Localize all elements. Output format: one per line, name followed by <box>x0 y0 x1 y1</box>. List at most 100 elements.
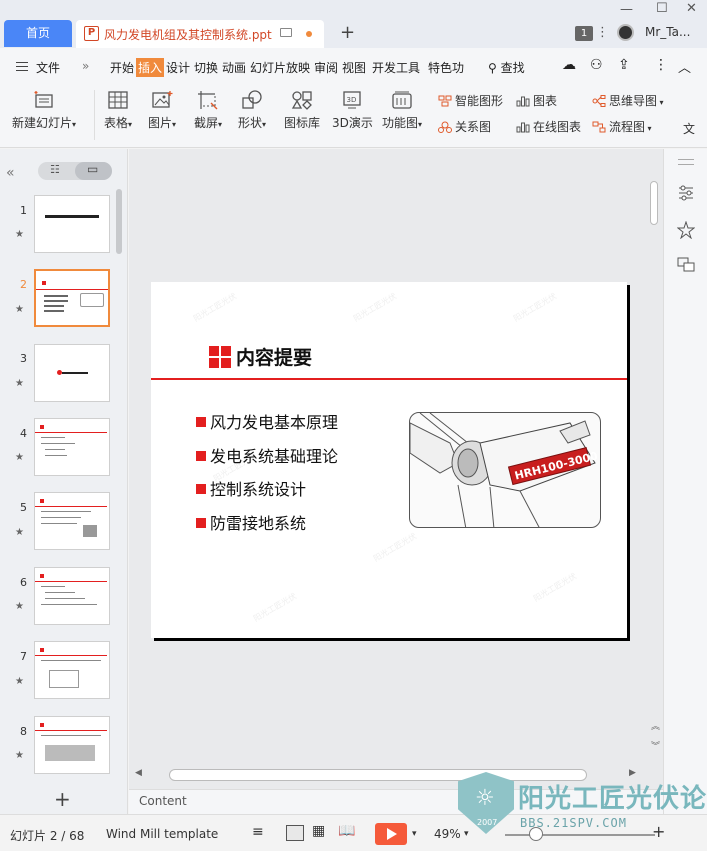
menu-insert[interactable]: 插入 <box>136 58 165 77</box>
menu-file[interactable]: 文件 <box>36 59 60 76</box>
new-slide-button[interactable]: 新建幻灯片▾ <box>12 90 76 131</box>
adjust-settings-icon[interactable] <box>677 184 695 202</box>
animation-star-icon[interactable] <box>677 221 695 239</box>
menu-animation[interactable]: 动画 <box>222 59 246 76</box>
collapse-panel-icon[interactable]: « <box>6 165 15 181</box>
bullet-item[interactable]: 控制系统设计 <box>196 476 306 500</box>
add-user-icon[interactable]: ⚇ <box>590 57 603 73</box>
slide-title[interactable]: 内容提要 <box>236 343 312 370</box>
grid-menu-icon[interactable]: ⋮ <box>596 25 609 40</box>
window-count-badge[interactable]: 1 <box>575 26 593 41</box>
screenshot-icon <box>198 91 218 110</box>
minimize-icon[interactable]: — <box>620 2 633 17</box>
thumb-number: 1 <box>20 204 27 217</box>
play-options-chevron-icon[interactable]: ▾ <box>412 829 417 839</box>
background-watermark: 阳光工匠光伏 <box>251 591 299 624</box>
search-icon: ⚲ <box>488 61 497 75</box>
tab-home[interactable]: 首页 <box>4 20 72 47</box>
shape-button[interactable]: 形状▾ <box>238 90 266 131</box>
slide-editing-canvas[interactable]: 阳光工匠光伏 阳光工匠光伏 阳光工匠光伏 阳光工匠光伏 阳光工匠光伏 阳光工匠光… <box>129 149 663 789</box>
normal-view-icon[interactable] <box>286 825 304 841</box>
cloud-icon[interactable]: ☁ <box>562 57 576 73</box>
menu-start[interactable]: 开始 <box>110 59 134 76</box>
bullet-item[interactable]: 发电系统基础理论 <box>196 443 338 467</box>
outline-view-icon[interactable]: ☷ <box>50 163 60 176</box>
slide-thumbnail[interactable] <box>34 195 110 253</box>
thumbnail-scrollbar[interactable] <box>116 189 122 254</box>
slide-thumbnail[interactable] <box>34 716 110 774</box>
3d-demo-label: 3D演示 <box>332 116 373 130</box>
thumb-number: 3 <box>20 352 27 365</box>
search-button[interactable]: ⚲ 查找 <box>488 59 525 76</box>
transition-icon[interactable] <box>677 255 695 273</box>
relation-button[interactable]: 关系图 <box>438 118 491 135</box>
icon-library-button[interactable]: 图标库 <box>284 90 320 131</box>
mindmap-button[interactable]: 思维导图 ▾ <box>592 92 664 109</box>
background-watermark: 阳光工匠光伏 <box>351 291 399 324</box>
vertical-scrollbar[interactable] <box>650 181 658 225</box>
turbine-nacelle-drawing: HRH100-3000 <box>410 413 599 527</box>
slide-thumbnail[interactable] <box>34 418 110 476</box>
username[interactable]: Mr_Ta... <box>645 25 690 39</box>
text-button[interactable]: 文 <box>683 120 695 137</box>
slide-view-icon[interactable]: ▭ <box>87 162 98 176</box>
slide-thumbnail[interactable] <box>34 344 110 402</box>
picture-icon <box>152 91 173 108</box>
template-name[interactable]: Wind Mill template <box>106 827 218 841</box>
slide-thumbnail[interactable] <box>34 492 110 550</box>
chart-button[interactable]: 图表 <box>516 92 557 109</box>
chart-icon <box>516 96 530 107</box>
scroll-left-icon[interactable]: ◀ <box>135 768 142 778</box>
relation-icon <box>438 121 452 133</box>
wind-turbine-image[interactable]: HRH100-3000 <box>409 412 601 528</box>
sorter-view-icon[interactable]: ▦ <box>312 823 325 839</box>
monitor-icon[interactable] <box>280 28 292 37</box>
view-toggle[interactable]: ☷ ▭ <box>38 162 112 180</box>
search-label: 查找 <box>500 61 525 75</box>
bullet-item[interactable]: 风力发电基本原理 <box>196 409 338 433</box>
bullet-item[interactable]: 防雷接地系统 <box>196 510 306 534</box>
play-slideshow-button[interactable] <box>375 823 407 845</box>
screenshot-button[interactable]: 截屏▾ <box>194 90 222 131</box>
menu-developer[interactable]: 开发工具 <box>372 59 420 76</box>
background-watermark: 阳光工匠光伏 <box>531 571 579 604</box>
panel-grip-icon[interactable] <box>678 159 694 165</box>
slide-thumbnail[interactable] <box>34 641 110 699</box>
table-button[interactable]: 表格▾ <box>104 90 132 131</box>
notes-placeholder[interactable]: Content <box>139 794 187 808</box>
scroll-down-icon[interactable]: ︾ <box>651 739 660 752</box>
more-icon[interactable]: ⋮ <box>654 57 668 73</box>
scroll-up-icon[interactable]: ︽ <box>651 719 660 732</box>
slide-thumbnail-selected[interactable] <box>34 269 110 327</box>
current-slide[interactable]: 阳光工匠光伏 阳光工匠光伏 阳光工匠光伏 阳光工匠光伏 阳光工匠光伏 阳光工匠光… <box>151 282 627 638</box>
maximize-icon[interactable]: ☐ <box>656 1 668 16</box>
thumb-number: 7 <box>20 650 27 663</box>
3d-demo-button[interactable]: 3D 3D演示 <box>332 90 373 131</box>
picture-button[interactable]: 图片▾ <box>148 90 176 131</box>
add-slide-button[interactable]: + <box>54 787 71 811</box>
new-tab-button[interactable]: + <box>340 22 355 43</box>
function-chart-button[interactable]: 功能图▾ <box>382 90 422 131</box>
flowchart-button[interactable]: 流程图 ▾ <box>592 118 652 135</box>
slide-thumbnail[interactable] <box>34 567 110 625</box>
hamburger-icon[interactable] <box>16 62 28 71</box>
menu-slideshow[interactable]: 幻灯片放映 <box>250 59 310 76</box>
zoom-level[interactable]: 49% <box>434 827 461 841</box>
menu-review[interactable]: 审阅 <box>314 59 338 76</box>
online-chart-button[interactable]: 在线图表 <box>516 118 581 135</box>
avatar[interactable] <box>617 24 634 41</box>
collapse-ribbon-icon[interactable]: ︿ <box>678 57 691 76</box>
notes-toggle-icon[interactable]: ≡ <box>252 824 264 840</box>
smart-shape-button[interactable]: 智能图形 <box>438 92 503 109</box>
share-icon[interactable]: ⇪ <box>618 57 630 73</box>
function-chart-label: 功能图 <box>382 116 419 130</box>
menu-transition[interactable]: 切换 <box>194 59 218 76</box>
expand-chevrons-icon[interactable]: » <box>82 59 89 73</box>
menu-design[interactable]: 设计 <box>166 59 190 76</box>
menu-special[interactable]: 特色功 <box>428 59 464 76</box>
menu-view[interactable]: 视图 <box>342 59 366 76</box>
chart-label: 图表 <box>533 94 558 108</box>
unsaved-dot-icon <box>306 31 312 37</box>
reading-view-icon[interactable]: 📖 <box>338 823 355 839</box>
close-icon[interactable]: ✕ <box>686 1 697 16</box>
